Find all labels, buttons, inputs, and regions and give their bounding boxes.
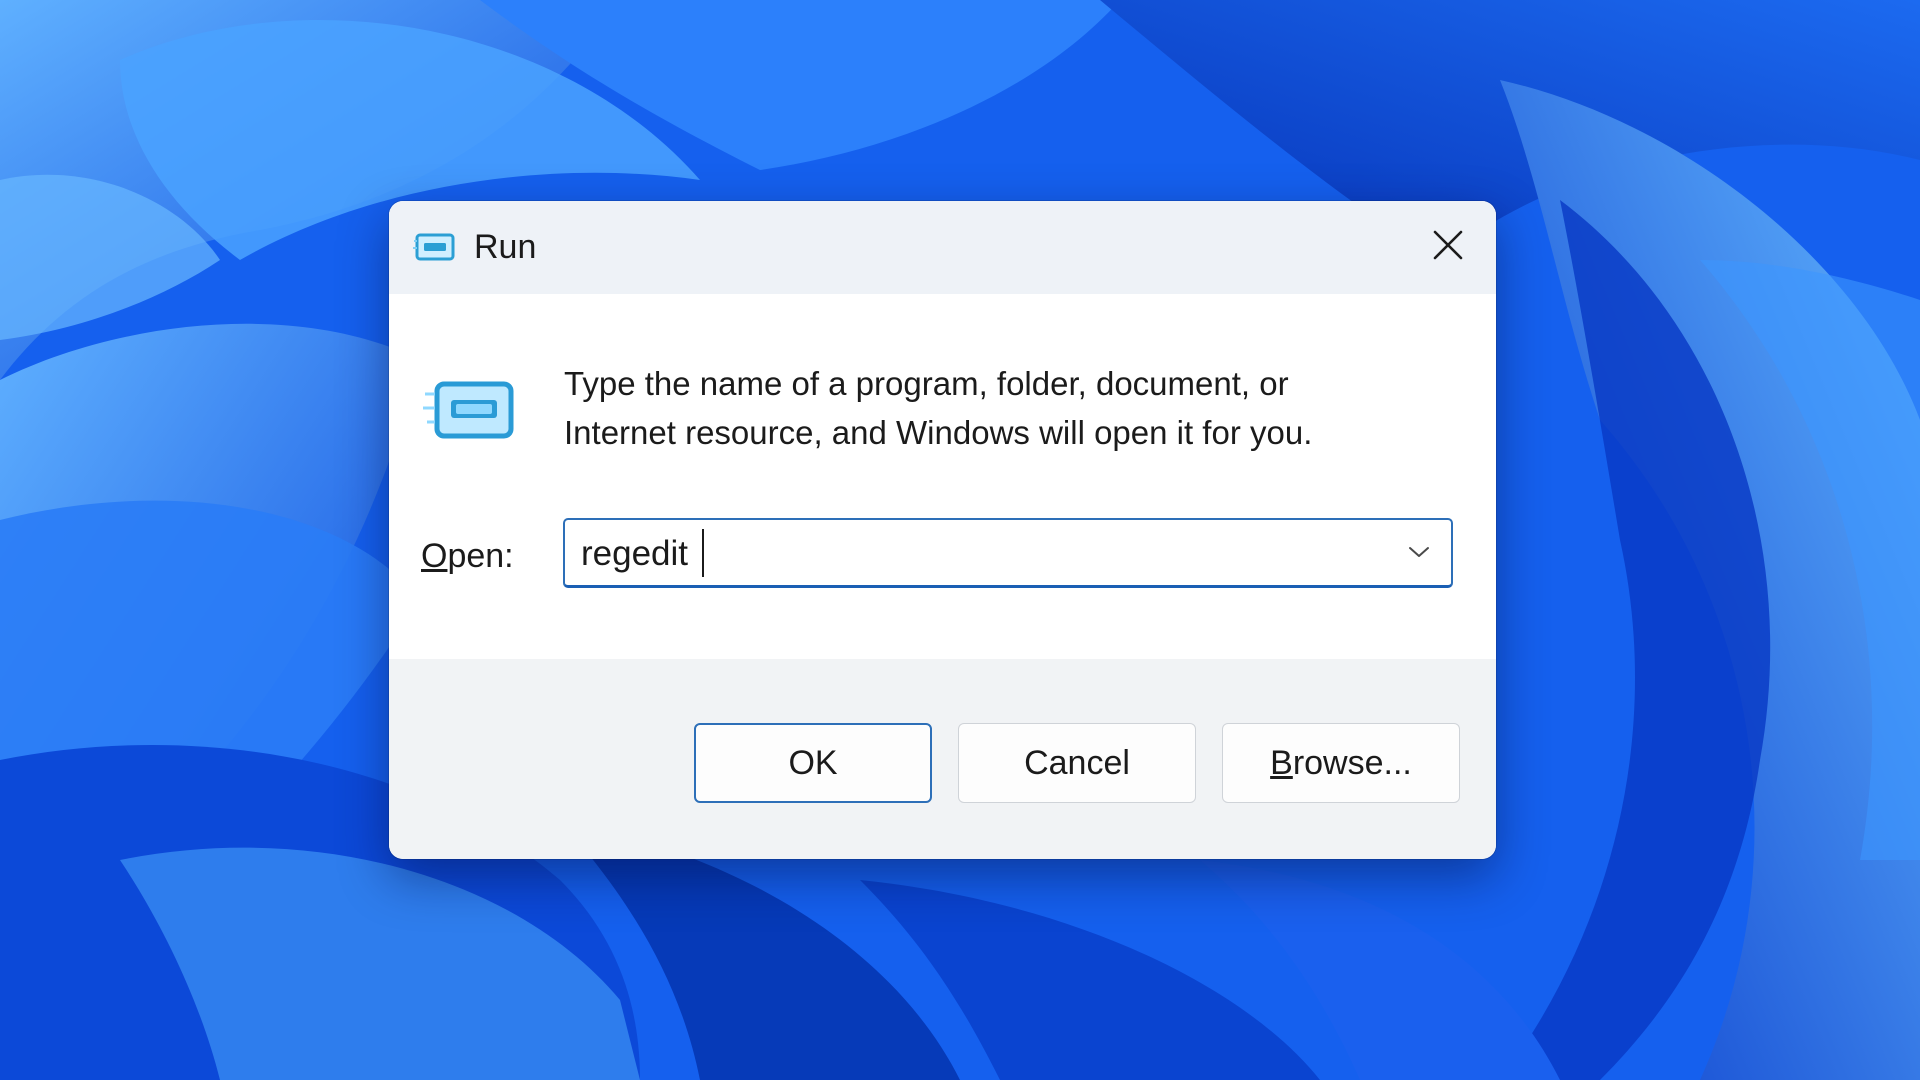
open-label-text: pen: xyxy=(447,537,514,575)
description-line-1: Type the name of a program, folder, docu… xyxy=(564,365,1289,402)
text-cursor xyxy=(702,529,704,577)
cancel-button-label: Cancel xyxy=(1024,743,1130,782)
open-input[interactable] xyxy=(581,532,1361,576)
browse-button-accelerator: B xyxy=(1270,743,1293,782)
desktop: Run Type the name of a program, folder, … xyxy=(0,0,1920,1080)
close-icon xyxy=(1432,229,1464,266)
run-large-icon xyxy=(423,374,519,448)
ok-button-label: OK xyxy=(788,743,838,782)
run-icon xyxy=(413,231,457,265)
browse-button-label: rowse... xyxy=(1292,743,1412,782)
description-line-2: Internet resource, and Windows will open… xyxy=(564,414,1313,451)
button-bar: OK Cancel Browse... xyxy=(389,659,1496,859)
open-label: Open: xyxy=(421,534,514,578)
run-dialog: Run Type the name of a program, folder, … xyxy=(389,201,1496,859)
cancel-button[interactable]: Cancel xyxy=(958,723,1196,803)
close-button[interactable] xyxy=(1420,219,1476,275)
title-bar[interactable]: Run xyxy=(389,201,1496,294)
open-combobox[interactable] xyxy=(563,518,1453,588)
dialog-title: Run xyxy=(474,228,537,266)
browse-button[interactable]: Browse... xyxy=(1222,723,1460,803)
description-text: Type the name of a program, folder, docu… xyxy=(564,359,1444,457)
open-label-accelerator: O xyxy=(421,537,448,575)
ok-button[interactable]: OK xyxy=(694,723,932,803)
dialog-content: Type the name of a program, folder, docu… xyxy=(389,294,1496,659)
chevron-down-icon xyxy=(1408,545,1430,564)
dropdown-button[interactable] xyxy=(1397,532,1441,576)
